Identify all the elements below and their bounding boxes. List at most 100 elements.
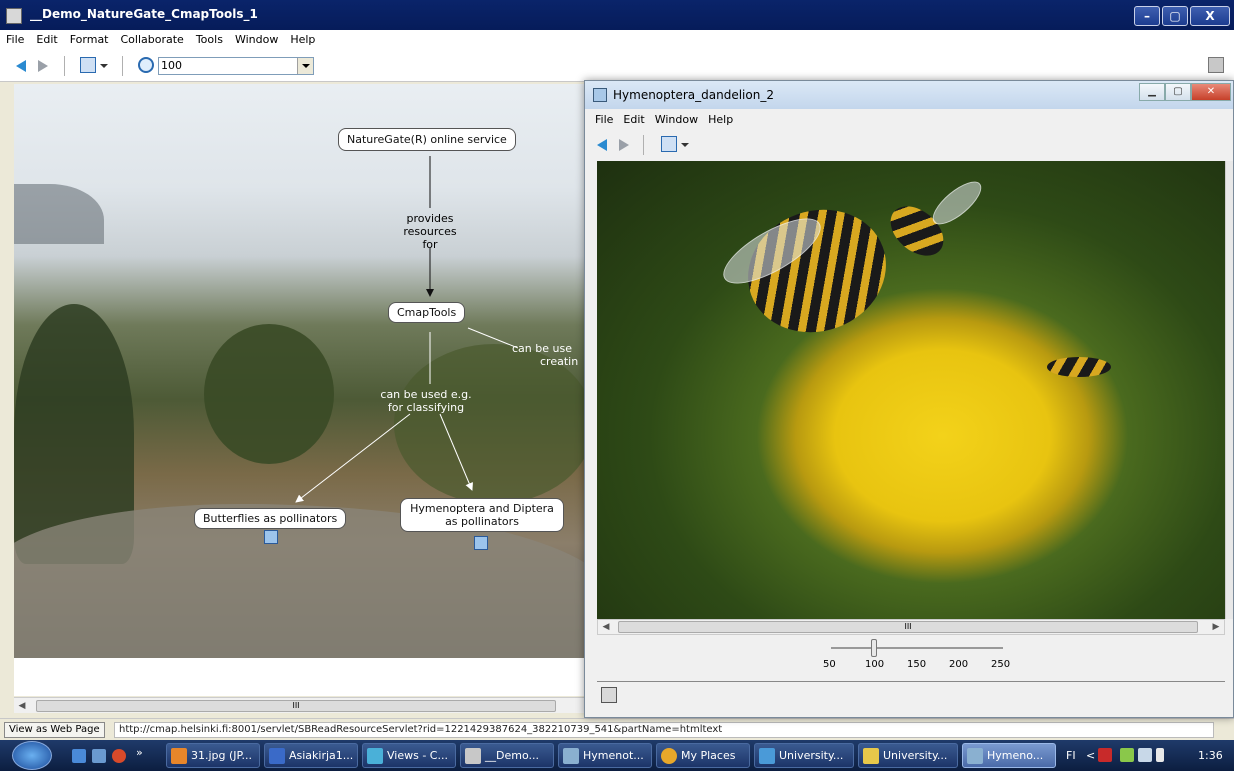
taskbar-item[interactable]: Views - C...: [362, 743, 456, 768]
window-title: __Demo_NatureGate_CmapTools_1: [30, 7, 258, 21]
toolbar: 100: [0, 48, 1234, 82]
image-resource-icon[interactable]: [474, 536, 488, 550]
menu-file[interactable]: File: [4, 33, 26, 46]
zoom-dropdown-arrow-icon[interactable]: [297, 58, 313, 74]
popup-menu-help[interactable]: Help: [708, 113, 733, 126]
hoverfly-shape: [1047, 357, 1111, 377]
menu-edit[interactable]: Edit: [34, 33, 59, 46]
menu-window[interactable]: Window: [233, 33, 280, 46]
linking-phrase-line: provides: [406, 212, 454, 225]
taskbar-item-label: Asiakirja1...: [289, 749, 354, 762]
image-viewer-window[interactable]: Hymenoptera_dandelion_2 ▁ ▢ ✕ File Edit …: [584, 80, 1234, 718]
zoom-magnifier-icon[interactable]: [138, 57, 154, 73]
zoom-select[interactable]: 100: [158, 57, 314, 75]
linking-phrase-line: can be use: [512, 342, 572, 355]
forward-arrow-icon[interactable]: [619, 139, 629, 151]
zoom-tick-label: 200: [949, 659, 969, 670]
power-icon[interactable]: [1138, 748, 1152, 762]
start-button[interactable]: [12, 741, 52, 770]
views-icon[interactable]: [80, 57, 96, 73]
concept-butterflies[interactable]: Butterflies as pollinators: [194, 508, 347, 529]
clock[interactable]: 1:36: [1198, 749, 1223, 762]
linking-phrase-creating[interactable]: can be use creatin: [512, 342, 594, 368]
menu-help[interactable]: Help: [288, 33, 317, 46]
quick-launch-more-icon[interactable]: »: [136, 746, 143, 759]
views-dropdown-caret-icon[interactable]: [681, 143, 689, 147]
my-places-icon: [661, 748, 677, 764]
image-resource-icon[interactable]: [264, 530, 278, 544]
menu-bar: File Edit Format Collaborate Tools Windo…: [0, 30, 1234, 48]
scrollbar-thumb[interactable]: III: [36, 700, 556, 712]
network-icon[interactable]: [1120, 748, 1134, 762]
image-viewer-vertical-scrollbar[interactable]: [1225, 161, 1233, 619]
close-icon[interactable]: ✕: [1191, 83, 1231, 101]
taskbar-item[interactable]: Hymenot...: [558, 743, 652, 768]
slider-thumb[interactable]: [871, 639, 877, 657]
concept-hymenoptera[interactable]: Hymenoptera and Diptera as pollinators: [400, 498, 564, 532]
scroll-left-icon[interactable]: ◀: [598, 620, 614, 634]
cmaptools-app-icon[interactable]: [601, 687, 617, 703]
taskbar-item[interactable]: 31.jpg (JP...: [166, 743, 260, 768]
tray-expand-icon[interactable]: <: [1086, 749, 1095, 762]
taskbar-item[interactable]: Asiakirja1...: [264, 743, 358, 768]
hoverfly-wing-shape: [926, 174, 988, 232]
taskbar-item[interactable]: __Demo...: [460, 743, 554, 768]
linking-phrase-line: for classifying: [387, 401, 465, 414]
network-folder-icon: [759, 748, 775, 764]
concept-map-canvas[interactable]: NatureGate(R) online service provides re…: [14, 84, 594, 658]
maximize-icon[interactable]: ▢: [1165, 83, 1191, 101]
scrollbar-thumb[interactable]: III: [618, 621, 1198, 633]
image-viewer-menu-bar: File Edit Window Help: [585, 109, 1233, 129]
link-line-classifying-butterflies: [295, 413, 411, 503]
scroll-left-icon[interactable]: ◀: [14, 698, 30, 714]
maximize-button[interactable]: ▢: [1162, 6, 1188, 26]
browser-icon[interactable]: [112, 749, 126, 763]
linking-phrase-classifying[interactable]: can be used e.g. for classifying: [366, 388, 486, 414]
cmaptools-app-icon[interactable]: [6, 8, 22, 24]
concept-cmaptools[interactable]: CmapTools: [388, 302, 466, 323]
scroll-right-icon[interactable]: ▶: [1208, 620, 1224, 634]
forward-arrow-icon[interactable]: [38, 60, 48, 72]
show-desktop-icon[interactable]: [72, 749, 86, 763]
close-button[interactable]: X: [1190, 6, 1230, 26]
views-icon[interactable]: [661, 136, 677, 152]
taskbar-item[interactable]: My Places: [656, 743, 750, 768]
taskbar-item[interactable]: University...: [858, 743, 958, 768]
minimize-icon[interactable]: ▁: [1139, 83, 1165, 101]
zoom-tick-label: 100: [865, 659, 885, 670]
firefox-icon: [171, 748, 187, 764]
menu-tools[interactable]: Tools: [194, 33, 225, 46]
taskbar-item-active[interactable]: Hymeno...: [962, 743, 1056, 768]
image-viewer-title-bar[interactable]: Hymenoptera_dandelion_2 ▁ ▢ ✕: [585, 81, 1233, 109]
antivirus-icon[interactable]: [1098, 748, 1112, 762]
concept-naturegate[interactable]: NatureGate(R) online service: [338, 128, 516, 151]
image-zoom-slider[interactable]: 50 100 150 200 250: [815, 637, 1015, 681]
volume-icon[interactable]: [1156, 748, 1164, 762]
image-viewer-horizontal-scrollbar[interactable]: ◀ III ▶: [597, 619, 1225, 635]
popup-menu-edit[interactable]: Edit: [623, 113, 644, 126]
popup-menu-window[interactable]: Window: [655, 113, 698, 126]
view-as-web-page-button[interactable]: View as Web Page: [4, 722, 105, 738]
main-horizontal-scrollbar[interactable]: ◀ III: [14, 697, 594, 713]
views-dropdown-caret-icon[interactable]: [100, 64, 108, 68]
image-viewer-window-controls: ▁ ▢ ✕: [1139, 83, 1231, 101]
back-arrow-icon[interactable]: [16, 60, 26, 72]
concept-map-links: [295, 156, 519, 503]
minimize-button[interactable]: –: [1134, 6, 1160, 26]
taskbar-item[interactable]: University...: [754, 743, 854, 768]
menu-collaborate[interactable]: Collaborate: [119, 33, 186, 46]
taskbar-item-label: University...: [883, 749, 948, 762]
main-title-bar[interactable]: __Demo_NatureGate_CmapTools_1 – ▢ X: [0, 0, 1234, 30]
canvas-blank-area[interactable]: [14, 658, 594, 696]
status-url: http://cmap.helsinki.fi:8001/servlet/SBR…: [114, 722, 1214, 738]
language-indicator[interactable]: FI: [1066, 749, 1076, 762]
linking-phrase-provides[interactable]: provides resources for: [392, 212, 468, 251]
slider-track[interactable]: [831, 647, 1003, 649]
collaboration-icon[interactable]: [1208, 57, 1224, 73]
menu-format[interactable]: Format: [68, 33, 111, 46]
popup-menu-file[interactable]: File: [595, 113, 613, 126]
back-arrow-icon[interactable]: [597, 139, 607, 151]
toolbar-separator: [64, 56, 65, 76]
switch-windows-icon[interactable]: [92, 749, 106, 763]
taskbar: » 31.jpg (JP... Asiakirja1... Views - C.…: [0, 740, 1234, 771]
